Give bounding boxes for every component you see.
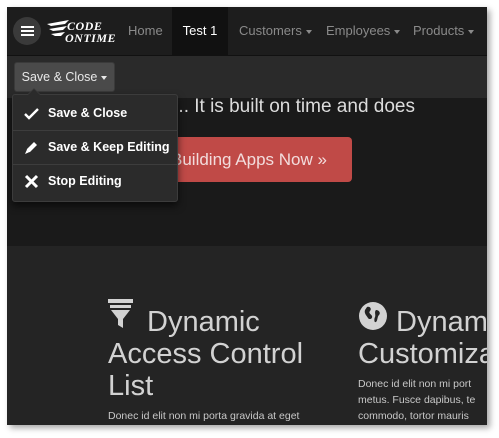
menu-item-save-close-label: Save & Close — [48, 106, 128, 120]
nav-home-label: Home — [128, 23, 163, 38]
feature-2-title-line1: Dynam — [396, 306, 487, 338]
nav-products-label: Products — [413, 23, 465, 38]
feature-1-title-line3: List — [108, 370, 154, 402]
code-ontime-logo[interactable]: CODE ONTIME — [45, 18, 123, 46]
feature-2-desc-line2: metus. Fusce dapibus, te — [358, 394, 476, 406]
nav-employees[interactable]: Employees — [326, 7, 401, 55]
feature-2-desc-line3: commodo, tortor mauris — [358, 410, 469, 422]
feature-1-title-line2: Access Control — [108, 338, 304, 370]
nav-customers-label: Customers — [239, 23, 302, 38]
globe-icon — [359, 302, 387, 330]
menu-item-save-keep-editing[interactable]: Save & Keep Editing — [13, 131, 177, 164]
chevron-down-icon — [468, 29, 475, 34]
menu-item-save-close[interactable]: Save & Close — [13, 97, 177, 130]
cta-button[interactable]: Building Apps Now » — [155, 137, 352, 182]
save-close-button-label: Save & Close — [21, 70, 98, 84]
features-section: Dynamic Access Control List Donec id eli… — [7, 246, 487, 425]
feature-1-description: Donec id elit non mi porta gravida at eg… — [108, 410, 300, 422]
nav-test1-label: Test 1 — [182, 23, 218, 38]
menu-item-stop-editing-label: Stop Editing — [48, 174, 122, 188]
pencil-icon — [25, 142, 37, 154]
nav-test1-tab[interactable]: Test 1 — [172, 7, 228, 55]
chevron-down-icon — [394, 29, 401, 34]
app-window: CODE ONTIME Home Test 1 Customers Employ… — [7, 7, 487, 425]
chevron-down-icon — [101, 75, 108, 80]
action-toolbar: Save & Close — [7, 56, 487, 98]
top-navbar: CODE ONTIME Home Test 1 Customers Employ… — [7, 7, 487, 56]
checkmark-icon — [24, 108, 39, 120]
nav-home[interactable]: Home — [128, 7, 163, 55]
nav-customers[interactable]: Customers — [239, 7, 312, 55]
menu-item-save-keep-editing-label: Save & Keep Editing — [48, 140, 170, 154]
menu-item-stop-editing[interactable]: Stop Editing — [13, 165, 177, 198]
filter-icon — [108, 299, 133, 328]
hamburger-menu-button[interactable] — [13, 17, 41, 45]
logo-line2: ONTIME — [65, 31, 117, 45]
feature-2-desc-line1: Donec id elit non mi port — [358, 378, 472, 390]
feature-1-title-line1: Dynamic — [147, 306, 260, 338]
save-actions-dropdown-menu: Save & Close Save & Keep Editing Stop Ed… — [12, 88, 178, 202]
chevron-down-icon — [305, 29, 312, 34]
feature-2-title-line2: Customiza — [358, 338, 487, 370]
x-icon — [24, 174, 39, 189]
nav-employees-label: Employees — [326, 23, 391, 38]
nav-products[interactable]: Products — [413, 7, 475, 55]
hamburger-icon — [20, 26, 34, 36]
